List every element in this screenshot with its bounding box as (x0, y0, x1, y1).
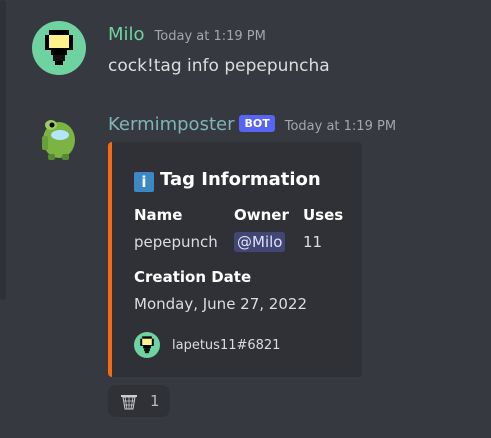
field-owner-label: Owner (234, 206, 289, 224)
field-name-label: Name (134, 206, 183, 224)
kermimposter-timestamp: Today at 1:19 PM (284, 119, 397, 134)
milo-username[interactable]: Milo (108, 24, 145, 45)
field-uses-value: 11 (303, 233, 323, 251)
basket-icon (121, 395, 137, 410)
field-uses-label: Uses (303, 206, 344, 224)
lightbulb-icon (45, 30, 73, 65)
info-icon: i (134, 172, 154, 192)
field-creation-value: Monday, June 27, 2022 (134, 295, 307, 313)
kermit-amongus-icon (42, 120, 75, 160)
footer-lightbulb-icon (140, 336, 154, 354)
field-creation-label: Creation Date (134, 268, 252, 286)
milo-timestamp: Today at 1:19 PM (154, 29, 266, 44)
milo-message-content: cock!tag info pepepuncha (108, 56, 330, 76)
bot-tag: BOT (239, 115, 275, 132)
owner-mention[interactable]: @Milo (234, 232, 286, 252)
embed-title-text: Tag Information (160, 169, 321, 190)
kermimposter-avatar[interactable] (32, 110, 86, 164)
reaction-button[interactable]: 1 (108, 385, 170, 417)
footer-text: lapetus11#6821 (172, 338, 281, 353)
kermimposter-username[interactable]: Kermimposter (108, 114, 234, 135)
field-owner-value: @Milo (234, 232, 286, 252)
embed-title: i Tag Information (134, 169, 321, 192)
reaction-count: 1 (150, 392, 160, 410)
message-milo: Milo Today at 1:19 PM cock!tag info pepep… (0, 0, 491, 100)
milo-avatar[interactable] (32, 21, 86, 75)
field-name-value: pepepunch (134, 233, 218, 251)
footer-avatar-icon (134, 332, 160, 358)
tag-info-embed: i Tag Information Name Owner Uses pepepun… (108, 142, 362, 377)
